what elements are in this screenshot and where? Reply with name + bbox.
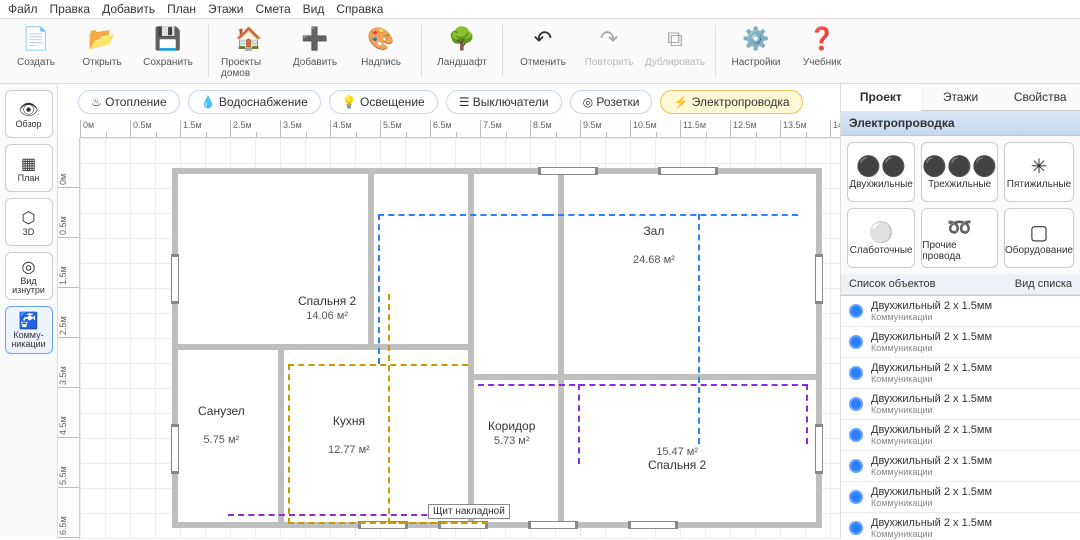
list-view-mode[interactable]: Вид списка bbox=[1015, 278, 1072, 290]
tool-Повторить[interactable]: ↷Повторить bbox=[581, 23, 637, 79]
panel-section-title: Электропроводка bbox=[841, 111, 1080, 136]
tab-Этажи[interactable]: Этажи bbox=[921, 84, 1001, 111]
system-Освещение[interactable]: 💡 Освещение bbox=[329, 90, 438, 114]
list-item[interactable]: Двухжильный 2 x 1.5ммКоммуникации bbox=[841, 451, 1080, 482]
Создать-icon: 📄 bbox=[20, 23, 52, 55]
menu-Файл[interactable]: Файл bbox=[8, 2, 38, 16]
Добавить-icon: ➕ bbox=[299, 23, 331, 55]
wire-icon bbox=[849, 521, 863, 535]
tab-Свойства[interactable]: Свойства bbox=[1000, 84, 1080, 111]
view-План[interactable]: ▦План bbox=[5, 144, 53, 192]
room-label: Зал24.68 м² bbox=[633, 224, 675, 266]
tool-Дублировать[interactable]: ⧉Дублировать bbox=[647, 23, 703, 79]
list-item[interactable]: Двухжильный 2 x 1.5ммКоммуникации bbox=[841, 296, 1080, 327]
list-item[interactable]: Двухжильный 2 x 1.5ммКоммуникации bbox=[841, 420, 1080, 451]
list-item[interactable]: Двухжильный 2 x 1.5ммКоммуникации bbox=[841, 513, 1080, 539]
tool-Открыть[interactable]: 📂Открыть bbox=[74, 23, 130, 79]
Отменить-icon: ↶ bbox=[527, 23, 559, 55]
tool-Надпись[interactable]: 🎨Надпись bbox=[353, 23, 409, 79]
menu-Справка[interactable]: Справка bbox=[336, 2, 383, 16]
menu-Вид[interactable]: Вид bbox=[303, 2, 325, 16]
view-3D[interactable]: ⬡3D bbox=[5, 198, 53, 246]
view-Обзор[interactable]: 👁Обзор bbox=[5, 90, 53, 138]
list-item[interactable]: Двухжильный 2 x 1.5ммКоммуникации bbox=[841, 389, 1080, 420]
tool-Создать[interactable]: 📄Создать bbox=[8, 23, 64, 79]
tool-Ландшафт[interactable]: 🌳Ландшафт bbox=[434, 23, 490, 79]
tool-Сохранить[interactable]: 💾Сохранить bbox=[140, 23, 196, 79]
tab-Проект[interactable]: Проект bbox=[841, 84, 921, 111]
object-list: Двухжильный 2 x 1.5ммКоммуникацииДвухжил… bbox=[841, 295, 1080, 539]
systems-tabs: ♨ Отопление 💧 Водоснабжение 💡 Освещение ☰ В… bbox=[58, 84, 840, 120]
wire-icon bbox=[849, 366, 863, 380]
menu-Добавить[interactable]: Добавить bbox=[102, 2, 155, 16]
tool-Настройки[interactable]: ⚙️Настройки bbox=[728, 23, 784, 79]
menu-Смета[interactable]: Смета bbox=[255, 2, 290, 16]
room-label: Санузел5.75 м² bbox=[198, 404, 245, 446]
system-Выключатели[interactable]: ☰ Выключатели bbox=[446, 90, 562, 114]
list-item[interactable]: Двухжильный 2 x 1.5ммКоммуникации bbox=[841, 358, 1080, 389]
list-item[interactable]: Двухжильный 2 x 1.5ммКоммуникации bbox=[841, 482, 1080, 513]
Повторить-icon: ↷ bbox=[593, 23, 625, 55]
Надпись-icon: 🎨 bbox=[365, 23, 397, 55]
system-Розетки[interactable]: ◎ Розетки bbox=[570, 90, 653, 114]
ruler-vertical: 0м0.5м1.5м2.5м3.5м4.5м5.5м6.5м7.5м bbox=[58, 138, 80, 539]
Учебник-icon: ❓ bbox=[806, 23, 838, 55]
tool-Проекты домов[interactable]: 🏠Проекты домов bbox=[221, 23, 277, 79]
Настройки-icon: ⚙️ bbox=[740, 23, 772, 55]
list-item[interactable]: Двухжильный 2 x 1.5ммКоммуникации bbox=[841, 327, 1080, 358]
view-Вид изнутри[interactable]: ◎Вид изнутри bbox=[5, 252, 53, 300]
view-mode-rail: 👁Обзор ▦План ⬡3D ◎Вид изнутри 🚰Комму-никации bbox=[0, 84, 58, 539]
wire-icon bbox=[849, 428, 863, 442]
main-toolbar: 📄Создать📂Открыть💾Сохранить 🏠Проекты домов… bbox=[0, 19, 1080, 84]
menu-bar: Файл Правка Добавить План Этажи Смета Вид Справ… bbox=[0, 0, 1080, 19]
electrical-panel-tag[interactable]: Щит накладной bbox=[428, 504, 510, 519]
system-Отопление[interactable]: ♨ Отопление bbox=[78, 90, 180, 114]
cat-Трехжильные[interactable]: ⚫⚫⚫Трехжильные bbox=[921, 142, 998, 202]
Сохранить-icon: 💾 bbox=[152, 23, 184, 55]
cat-Прочие провода[interactable]: ➿Прочие провода bbox=[921, 208, 998, 268]
cat-Двухжильные[interactable]: ⚫⚫Двухжильные bbox=[847, 142, 915, 202]
room-label: 15.47 м²Спальня 2 bbox=[648, 444, 706, 472]
tool-Добавить[interactable]: ➕Добавить bbox=[287, 23, 343, 79]
tool-Отменить[interactable]: ↶Отменить bbox=[515, 23, 571, 79]
system-Электропроводка[interactable]: ⚡ Электропроводка bbox=[660, 90, 802, 114]
tool-Учебник[interactable]: ❓Учебник bbox=[794, 23, 850, 79]
Ландшафт-icon: 🌳 bbox=[446, 23, 478, 55]
properties-panel: ПроектЭтажиСвойства Электропроводка ⚫⚫Дв… bbox=[840, 84, 1080, 539]
Дублировать-icon: ⧉ bbox=[659, 23, 691, 55]
system-Водоснабжение[interactable]: 💧 Водоснабжение bbox=[188, 90, 321, 114]
room-label: Спальня 214.06 м² bbox=[298, 294, 356, 322]
wire-icon bbox=[849, 459, 863, 473]
wire-icon bbox=[849, 490, 863, 504]
panel-tabs: ПроектЭтажиСвойства bbox=[841, 84, 1080, 111]
plan-canvas-wrap: 0м0.5м1.5м2.5м3.5м4.5м5.5м6.5м7.5м8.5м9.… bbox=[58, 120, 840, 539]
menu-План[interactable]: План bbox=[167, 2, 196, 16]
room-label: Коридор5.73 м² bbox=[488, 419, 535, 447]
wire-icon bbox=[849, 397, 863, 411]
cat-Слаботочные[interactable]: ⚪Слаботочные bbox=[847, 208, 915, 268]
wire-categories: ⚫⚫Двухжильные⚫⚫⚫Трехжильные✳Пятижильные ⚪… bbox=[841, 136, 1080, 274]
Открыть-icon: 📂 bbox=[86, 23, 118, 55]
room-label: Кухня12.77 м² bbox=[328, 414, 370, 456]
ruler-horizontal: 0м0.5м1.5м2.5м3.5м4.5м5.5м6.5м7.5м8.5м9.… bbox=[80, 120, 840, 138]
list-title: Список объектов bbox=[849, 278, 936, 290]
menu-Этажи[interactable]: Этажи bbox=[208, 2, 243, 16]
cat-Оборудование[interactable]: ▢Оборудование bbox=[1004, 208, 1074, 268]
cat-Пятижильные[interactable]: ✳Пятижильные bbox=[1004, 142, 1074, 202]
wire-icon bbox=[849, 335, 863, 349]
floor-plan[interactable]: Спальня 214.06 м² Зал24.68 м² Санузел5.7… bbox=[172, 168, 822, 528]
Проекты домов-icon: 🏠 bbox=[233, 23, 265, 55]
menu-Правка[interactable]: Правка bbox=[50, 2, 91, 16]
wire-icon bbox=[849, 304, 863, 318]
view-Комму-никации[interactable]: 🚰Комму-никации bbox=[5, 306, 53, 354]
plan-canvas[interactable]: Спальня 214.06 м² Зал24.68 м² Санузел5.7… bbox=[80, 138, 840, 539]
object-list-header: Список объектов Вид списка bbox=[841, 274, 1080, 295]
